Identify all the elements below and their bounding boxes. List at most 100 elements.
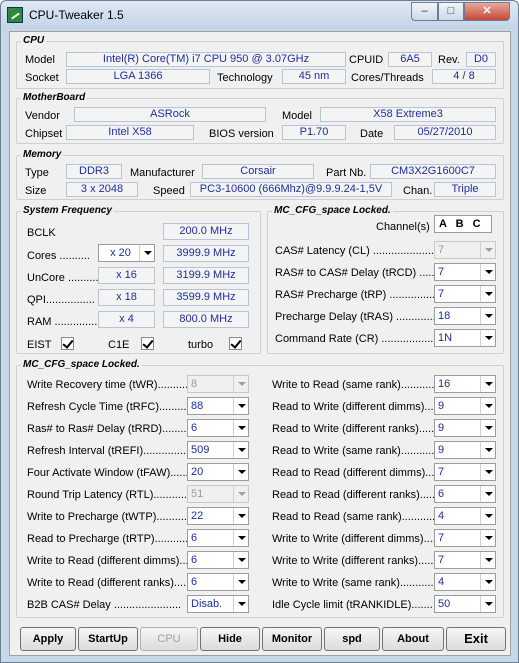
mem-type-value: DDR3 xyxy=(66,164,122,179)
chevron-down-icon xyxy=(480,464,495,480)
trfc-value: 88 xyxy=(191,400,204,412)
command-rate-select[interactable]: 1N xyxy=(434,329,496,347)
precharge-delay-select[interactable]: 18 xyxy=(434,307,496,325)
chevron-down-icon xyxy=(480,420,495,436)
client-area: CPU Model Intel(R) Core(TM) i7 CPU 950 @… xyxy=(9,31,511,656)
twtp-select[interactable]: 22 xyxy=(187,507,249,525)
trrd-select[interactable]: 6 xyxy=(187,419,249,437)
about-button[interactable]: About xyxy=(382,627,444,651)
channels-selector[interactable]: A B C xyxy=(434,215,492,233)
exit-button[interactable]: Exit xyxy=(446,627,506,651)
part-nb-value: CM3X2G1600C7 xyxy=(370,164,496,179)
rtr-same-rank-value: 4 xyxy=(438,510,445,522)
wtw-diff-ranks-label: Write to Write (different ranks)..... xyxy=(272,555,434,567)
rtw-diff-ranks-select[interactable]: 9 xyxy=(434,419,496,437)
trfc-label: Refresh Cycle Time (tRFC)........... xyxy=(27,401,193,413)
tfaw-select[interactable]: 20 xyxy=(187,463,249,481)
cores-multiplier-select[interactable]: x 20 xyxy=(98,244,155,262)
apply-button[interactable]: Apply xyxy=(20,627,76,651)
cpuid-value: 6A5 xyxy=(388,52,432,67)
part-nb-label: Part Nb. xyxy=(326,167,367,179)
rtl-value: 51 xyxy=(191,488,204,500)
chevron-down-icon xyxy=(480,508,495,524)
twr-select[interactable]: 8 xyxy=(187,375,249,393)
trefi-select[interactable]: 509 xyxy=(187,441,249,459)
b2b-cas-delay-label: B2B CAS# Delay ...................... xyxy=(27,599,182,611)
eist-label: EIST xyxy=(27,339,52,351)
wtw-diff-dimms-select[interactable]: 7 xyxy=(434,529,496,547)
cas-latency-select[interactable]: 7 xyxy=(434,241,496,259)
rtr-diff-ranks-select[interactable]: 6 xyxy=(434,485,496,503)
chevron-down-icon xyxy=(480,552,495,568)
main-window: CPU-Tweaker 1.5 – □ ✕ CPU Model Intel(R)… xyxy=(0,0,519,663)
trtp-select[interactable]: 6 xyxy=(187,529,249,547)
close-button[interactable]: ✕ xyxy=(464,2,510,21)
mb-model-label: Model xyxy=(282,110,312,122)
title-bar[interactable]: CPU-Tweaker 1.5 – □ ✕ xyxy=(1,1,518,29)
rtr-diff-dimms-value: 7 xyxy=(438,466,445,478)
trankidle-label: Idle Cycle limit (tRANKIDLE)....... xyxy=(272,599,433,611)
chevron-down-icon xyxy=(233,574,248,590)
startup-button[interactable]: StartUp xyxy=(78,627,138,651)
eist-checkbox[interactable] xyxy=(61,337,74,350)
channel-label: Chan. xyxy=(403,185,433,197)
trefi-value: 509 xyxy=(191,444,210,456)
monitor-button[interactable]: Monitor xyxy=(262,627,322,651)
wtr-same-rank-select[interactable]: 16 xyxy=(434,375,496,393)
wtw-same-rank-select[interactable]: 4 xyxy=(434,573,496,591)
mc-cfg-bottom-legend: MC_CFG_space Locked. xyxy=(21,359,142,371)
rtw-diff-ranks-label: Read to Write (different ranks)..... xyxy=(272,423,435,435)
rtr-diff-dimms-select[interactable]: 7 xyxy=(434,463,496,481)
rtw-same-rank-select[interactable]: 9 xyxy=(434,441,496,459)
memory-group-legend: Memory xyxy=(21,149,64,161)
cas-latency-label: CAS# Latency (CL) .................... xyxy=(275,245,434,257)
c1e-checkbox[interactable] xyxy=(141,337,154,350)
ras-precharge-select[interactable]: 7 xyxy=(434,285,496,303)
cores-multiplier-value: x 20 xyxy=(110,247,131,259)
chevron-down-icon xyxy=(480,286,495,302)
app-icon xyxy=(7,7,23,23)
cpuid-label: CPUID xyxy=(349,54,384,66)
trankidle-value: 50 xyxy=(438,598,451,610)
chevron-down-icon xyxy=(233,420,248,436)
bios-date-value: 05/27/2010 xyxy=(394,125,496,140)
rtr-same-rank-select[interactable]: 4 xyxy=(434,507,496,525)
twtp-value: 22 xyxy=(191,510,204,522)
chevron-down-icon xyxy=(233,508,248,524)
wtw-diff-dimms-value: 7 xyxy=(438,532,445,544)
technology-value: 45 nm xyxy=(282,69,346,84)
rtw-diff-dimms-select[interactable]: 9 xyxy=(434,397,496,415)
ras-to-cas-delay-label: RAS# to CAS# Delay (tRCD) ....... xyxy=(275,267,441,279)
chevron-down-icon xyxy=(233,442,248,458)
trfc-select[interactable]: 88 xyxy=(187,397,249,415)
wtw-diff-ranks-select[interactable]: 7 xyxy=(434,551,496,569)
b2b-cas-delay-value: Disab. xyxy=(191,598,223,610)
trtp-value: 6 xyxy=(191,532,198,544)
chevron-down-icon xyxy=(233,376,248,392)
minimize-button[interactable]: – xyxy=(411,2,438,21)
ras-to-cas-delay-select[interactable]: 7 xyxy=(434,263,496,281)
rtl-select[interactable]: 51 xyxy=(187,485,249,503)
cpu-button[interactable]: CPU xyxy=(140,627,198,651)
turbo-checkbox[interactable] xyxy=(229,337,242,350)
rtl-label: Round Trip Latency (RTL)........... xyxy=(27,489,187,501)
b2b-cas-delay-select[interactable]: Disab. xyxy=(187,595,249,613)
turbo-label: turbo xyxy=(188,339,214,351)
trrd-value: 6 xyxy=(191,422,198,434)
command-rate-value: 1N xyxy=(438,332,453,344)
uncore-frequency-value: 3199.9 MHz xyxy=(163,267,249,284)
qpi-multiplier-value: x 18 xyxy=(98,289,155,306)
wtr-diff-ranks-select[interactable]: 6 xyxy=(187,573,249,591)
wtr-diff-dimms-select[interactable]: 6 xyxy=(187,551,249,569)
chevron-down-icon xyxy=(480,308,495,324)
chipset-label: Chipset xyxy=(25,128,63,140)
hide-button[interactable]: Hide xyxy=(200,627,260,651)
motherboard-group-legend: MotherBoard xyxy=(21,92,88,104)
maximize-button[interactable]: □ xyxy=(438,2,464,21)
spd-button[interactable]: spd xyxy=(324,627,380,651)
cores-threads-value: 4 / 8 xyxy=(432,69,496,84)
mem-size-value: 3 x 2048 xyxy=(66,182,138,197)
trankidle-select[interactable]: 50 xyxy=(434,595,496,613)
cores-threads-label: Cores/Threads xyxy=(351,72,424,84)
qpi-frequency-value: 3599.9 MHz xyxy=(163,289,249,306)
